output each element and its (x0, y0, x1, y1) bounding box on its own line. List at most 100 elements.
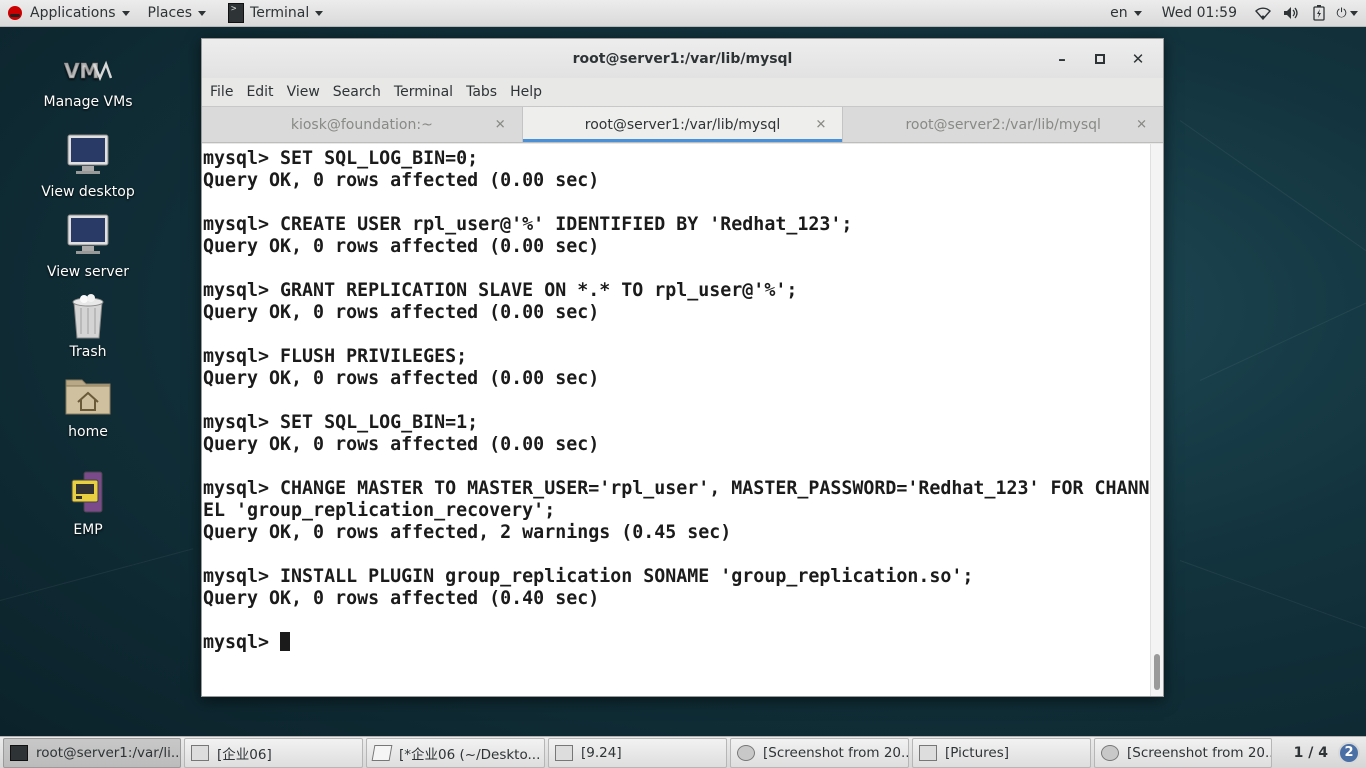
folder-icon (919, 744, 937, 761)
clock[interactable]: Wed 01:59 (1150, 0, 1249, 27)
tab-root-server2[interactable]: root@server2:/var/lib/mysql ✕ (843, 107, 1163, 142)
home-folder-icon (64, 372, 112, 420)
scrollbar-thumb[interactable] (1154, 654, 1160, 690)
chevron-down-icon (198, 10, 207, 16)
desktop-icon-label: EMP (73, 522, 103, 538)
terminal-line: Query OK, 0 rows affected (0.00 sec) (203, 302, 600, 323)
close-icon: ✕ (1131, 49, 1145, 68)
terminal-line: mysql> CHANGE MASTER TO MASTER_USER='rpl… (203, 478, 1150, 499)
menu-view[interactable]: View (281, 84, 326, 100)
terminal-icon (10, 744, 28, 761)
terminal-window: root@server1:/var/lib/mysql – ✕ File Edi… (201, 38, 1164, 697)
emp-app-icon (64, 470, 112, 518)
terminal-line: Query OK, 0 rows affected, 2 warnings (0… (203, 522, 732, 543)
tab-label: root@server2:/var/lib/mysql (905, 116, 1101, 133)
terminal-output[interactable]: mysql> SET SQL_LOG_BIN=0; Query OK, 0 row… (202, 144, 1163, 696)
taskbar-item[interactable]: [Screenshot from 20... (730, 737, 909, 768)
close-button[interactable]: ✕ (1119, 44, 1157, 74)
taskbar-item[interactable]: [Screenshot from 20... (1094, 737, 1272, 768)
desktop-icon-home[interactable]: home (33, 372, 143, 440)
taskbar-item[interactable]: [企业06] (184, 737, 363, 768)
folder-icon (191, 744, 209, 761)
terminal-line: Query OK, 0 rows affected (0.00 sec) (203, 236, 600, 257)
terminal-line: Query OK, 0 rows affected (0.40 sec) (203, 588, 600, 609)
desktop-icon-view-desktop[interactable]: View desktop (33, 132, 143, 200)
close-icon[interactable]: ✕ (815, 117, 826, 132)
terminal-app-label: Terminal (250, 5, 310, 21)
window-titlebar[interactable]: root@server1:/var/lib/mysql – ✕ (202, 39, 1163, 78)
terminal-prompt-line[interactable]: mysql> (203, 632, 1163, 654)
menu-help[interactable]: Help (504, 84, 548, 100)
network-wireless-icon[interactable] (1254, 5, 1272, 21)
desktop-icon-label: home (68, 424, 108, 440)
terminal-line: mysql> SET SQL_LOG_BIN=1; (203, 412, 479, 433)
minimize-button[interactable]: – (1043, 44, 1081, 74)
taskbar-item[interactable]: root@server1:/var/li... (3, 737, 181, 768)
terminal-text: mysql> SET SQL_LOG_BIN=0; Query OK, 0 row… (202, 144, 1163, 654)
wallpaper-line (1179, 560, 1366, 637)
menu-file[interactable]: File (204, 84, 239, 100)
monitor-icon (64, 212, 112, 260)
desktop-icon-emp[interactable]: EMP (33, 470, 143, 538)
applications-menu[interactable]: Applications (0, 0, 138, 27)
system-menu[interactable]: ⏻ (1336, 5, 1358, 21)
tab-kiosk-foundation[interactable]: kiosk@foundation:~ ✕ (202, 107, 523, 142)
desktop-icon-view-server[interactable]: View server (33, 212, 143, 280)
minimize-icon: – (1058, 49, 1066, 68)
terminal-line: Query OK, 0 rows affected (0.00 sec) (203, 368, 600, 389)
taskbar-item-label: root@server1:/var/li... (36, 744, 181, 761)
power-icon: ⏻ (1336, 5, 1347, 21)
menu-terminal[interactable]: Terminal (388, 84, 459, 100)
desktop-icon-trash[interactable]: Trash (33, 292, 143, 360)
close-icon[interactable]: ✕ (1136, 117, 1147, 132)
taskbar-item[interactable]: [*企业06 (~/Deskto... (366, 737, 545, 768)
menubar: File Edit View Search Terminal Tabs Help (202, 78, 1163, 106)
taskbar-item[interactable]: [9.24] (548, 737, 727, 768)
terminal-line: mysql> GRANT REPLICATION SLAVE ON *.* TO… (203, 280, 798, 301)
tab-bar: kiosk@foundation:~ ✕ root@server1:/var/l… (202, 106, 1163, 143)
terminal-prompt: mysql> (203, 632, 281, 653)
desktop-icon-label: View desktop (41, 184, 135, 200)
places-menu[interactable]: Places (138, 0, 215, 27)
vm-icon: VM (64, 50, 113, 90)
menu-search[interactable]: Search (327, 84, 387, 100)
desktop-icon-manage-vms[interactable]: VM Manage VMs (33, 50, 143, 110)
taskbar-item-label: [企业06] (217, 746, 272, 763)
app-menu-terminal[interactable]: Terminal (214, 0, 331, 27)
maximize-icon (1095, 53, 1105, 64)
desktop-icon-label: View server (47, 264, 129, 280)
trash-icon (64, 292, 112, 340)
menu-edit[interactable]: Edit (240, 84, 279, 100)
terminal-line: mysql> SET SQL_LOG_BIN=0; (203, 148, 479, 169)
close-icon[interactable]: ✕ (495, 117, 506, 132)
language-selector[interactable]: en (1102, 0, 1150, 27)
taskbar-item[interactable]: [Pictures] (912, 737, 1091, 768)
terminal-line: EL 'group_replication_recovery'; (203, 500, 556, 521)
applications-label: Applications (30, 5, 116, 21)
taskbar-item-label: [*企业06 (~/Deskto... (399, 746, 541, 763)
taskbar-item-label: [Screenshot from 20... (763, 744, 909, 761)
volume-icon[interactable] (1282, 5, 1300, 21)
language-label: en (1110, 5, 1128, 21)
workspace-switcher[interactable]: 1 / 4 2 (1284, 738, 1366, 768)
chevron-down-icon (1133, 10, 1142, 16)
clock-label: Wed 01:59 (1161, 5, 1237, 21)
image-viewer-icon (737, 744, 755, 761)
scrollbar[interactable] (1150, 144, 1163, 696)
maximize-button[interactable] (1081, 44, 1119, 74)
tab-root-server1[interactable]: root@server1:/var/lib/mysql ✕ (522, 107, 844, 142)
notification-badge[interactable]: 2 (1338, 741, 1360, 764)
terminal-line: Query OK, 0 rows affected (0.00 sec) (203, 170, 600, 191)
tab-label: kiosk@foundation:~ (290, 116, 433, 133)
terminal-line: mysql> FLUSH PRIVILEGES; (203, 346, 468, 367)
battery-icon[interactable] (1310, 5, 1328, 21)
workspace-label: 1 / 4 (1293, 744, 1328, 761)
taskbar-item-label: [9.24] (581, 744, 622, 761)
folder-icon (555, 744, 573, 761)
terminal-icon (228, 3, 245, 23)
menu-tabs[interactable]: Tabs (460, 84, 503, 100)
